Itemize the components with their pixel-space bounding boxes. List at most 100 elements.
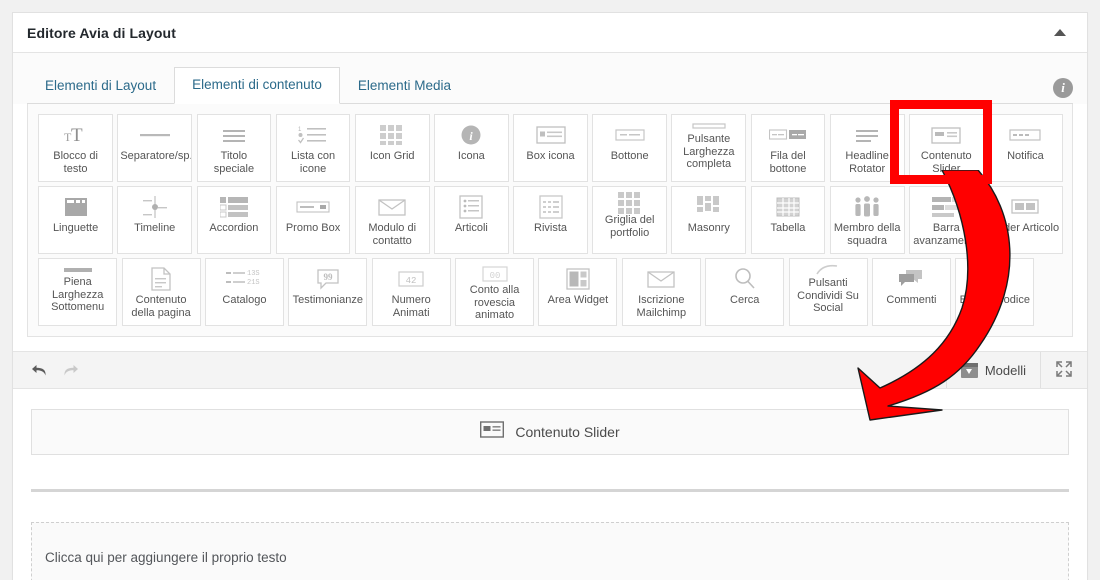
button-row-icon — [768, 120, 807, 150]
canvas-element-contenuto-slider[interactable]: Contenuto Slider — [31, 409, 1069, 455]
icon-box-icon — [535, 120, 566, 150]
element-label: Conto alla rovescia animato — [469, 284, 520, 322]
svg-text:T: T — [71, 125, 83, 146]
element-piena-larghezza-sottomenu[interactable]: Piena Larghezza Sottomenu — [38, 258, 118, 326]
element-commenti[interactable]: Commenti — [871, 258, 951, 326]
mail-icon — [378, 192, 406, 222]
toolbar-right-group: Modelli — [945, 352, 1087, 388]
svg-text:< >: < > — [987, 276, 1003, 286]
element-pulsanti-condividi-social[interactable]: Pulsanti Condividi Su Social — [788, 258, 868, 326]
button-icon — [615, 120, 645, 150]
element-label: Contenuto Slider — [920, 150, 972, 175]
element-grid: TT Blocco di testo Separatore/sp. Titolo… — [27, 104, 1073, 337]
info-icon[interactable]: i — [1053, 78, 1073, 98]
tab-media-elements[interactable]: Elementi Media — [340, 68, 469, 104]
element-titolo-speciale[interactable]: Titolo speciale — [196, 114, 272, 182]
fullscreen-button[interactable] — [1040, 352, 1087, 388]
mailchimp-icon — [647, 264, 675, 294]
element-label: Articoli — [454, 222, 488, 234]
element-label: Piena Larghezza Sottomenu — [51, 276, 105, 314]
element-label: Linguette — [52, 222, 99, 234]
element-cerca[interactable]: Cerca — [705, 258, 785, 326]
comments-icon — [898, 264, 924, 294]
element-label: Catalogo — [222, 294, 267, 306]
text-placeholder-box[interactable]: Clicca qui per aggiungere il proprio tes… — [31, 522, 1069, 580]
layout-canvas: Contenuto Slider Clicca qui per aggiunge… — [13, 389, 1087, 580]
element-modulo-di-contatto[interactable]: Modulo di contatto — [354, 186, 430, 254]
element-label: Box icona — [526, 150, 575, 162]
element-bottone[interactable]: Bottone — [592, 114, 668, 182]
element-area-widget[interactable]: Area Widget — [538, 258, 618, 326]
element-headline-rotator[interactable]: Headline Rotator — [829, 114, 905, 182]
svg-text:13S: 13S — [247, 270, 260, 278]
element-articoli[interactable]: Articoli — [433, 186, 509, 254]
element-label: Membro della squadra — [833, 222, 901, 247]
caret-up-icon[interactable] — [1047, 20, 1073, 46]
element-membro-della-squadra[interactable]: Membro della squadra — [829, 186, 905, 254]
special-heading-icon — [221, 120, 247, 150]
element-label: Testimonianze — [292, 294, 363, 306]
undo-arrow-icon[interactable] — [31, 363, 48, 378]
element-row: Piena Larghezza Sottomenu Contenuto dell… — [36, 256, 1065, 328]
element-conto-alla-rovescia[interactable]: 00 Conto alla rovescia animato — [455, 258, 535, 326]
element-barra-avanzamento[interactable]: Barra avanzamento — [908, 186, 984, 254]
element-numero-animati[interactable]: 42 Numero Animati — [371, 258, 451, 326]
animated-number-icon: 42 — [398, 264, 424, 294]
element-fila-del-bottone[interactable]: Fila del bottone — [750, 114, 826, 182]
element-lista-con-icone[interactable]: 1 Lista con icone — [275, 114, 351, 182]
element-label: Icona — [457, 150, 485, 162]
fullwidth-button-icon — [692, 119, 726, 133]
panel-header: Editore Avia di Layout — [13, 13, 1087, 53]
redo-arrow-icon[interactable] — [62, 363, 79, 378]
element-label: Masonry — [687, 222, 730, 234]
element-box-icona[interactable]: Box icona — [513, 114, 588, 182]
search-icon — [733, 264, 757, 294]
element-blocco-di-testo[interactable]: TT Blocco di testo — [38, 114, 113, 182]
caret-up-glyph — [1054, 29, 1066, 36]
element-rivista[interactable]: Rivista — [513, 186, 588, 254]
portfolio-grid-icon — [617, 192, 642, 214]
fullwidth-submenu-icon — [63, 263, 93, 276]
element-promo-box[interactable]: Promo Box — [275, 186, 351, 254]
element-label: Tabella — [770, 222, 806, 234]
element-slider-articolo[interactable]: Slider Articolo — [988, 186, 1063, 254]
element-separatore[interactable]: Separatore/sp. — [117, 114, 193, 182]
element-label: Contenuto della pagina — [131, 294, 191, 319]
page-title: Editore Avia di Layout — [27, 24, 176, 41]
element-notifica[interactable]: Notifica — [988, 114, 1063, 182]
fullscreen-expand-icon — [1055, 360, 1073, 381]
element-pulsante-larghezza-completa[interactable]: Pulsante Larghezza completa — [671, 114, 747, 182]
element-label: Commenti — [886, 294, 937, 306]
magazine-icon — [538, 192, 563, 222]
element-linguette[interactable]: Linguette — [38, 186, 113, 254]
tab-content-elements[interactable]: Elementi di contenuto — [174, 67, 340, 104]
element-label: Icon Grid — [369, 150, 415, 162]
element-label: Titolo speciale — [213, 150, 255, 175]
screen-root: Editore Avia di Layout Elementi di Layou… — [0, 0, 1100, 580]
element-accordion[interactable]: Accordion — [196, 186, 272, 254]
element-contenuto-slider[interactable]: Contenuto Slider — [908, 114, 984, 182]
element-masonry[interactable]: Masonry — [671, 186, 747, 254]
element-blocco-codice[interactable]: < > Blocco Codice — [955, 258, 1035, 326]
element-iscrizione-mailchimp[interactable]: Iscrizione Mailchimp — [621, 258, 701, 326]
element-label: Promo Box — [285, 222, 341, 234]
tab-layout-elements[interactable]: Elementi di Layout — [27, 68, 174, 104]
element-label: Bottone — [610, 150, 649, 162]
element-timeline[interactable]: Timeline — [117, 186, 193, 254]
element-contenuto-della-pagina[interactable]: Contenuto della pagina — [121, 258, 201, 326]
element-icon-grid[interactable]: Icon Grid — [354, 114, 430, 182]
countdown-icon: 00 — [481, 264, 508, 284]
element-griglia-del-portfolio[interactable]: Griglia del portfolio — [592, 186, 668, 254]
element-icona[interactable]: i Icona — [433, 114, 509, 182]
element-catalogo[interactable]: 13S 21S Catalogo — [204, 258, 284, 326]
templates-box-icon — [960, 362, 978, 378]
element-row: Linguette Timeline Accordion Promo Box M… — [36, 184, 1065, 256]
element-label: Accordion — [209, 222, 259, 234]
element-label: Blocco di testo — [53, 150, 98, 175]
element-testimonianze[interactable]: 99 Testimonianze — [288, 258, 368, 326]
tabs-container: Elementi di Layout Elementi di contenuto… — [13, 53, 1087, 104]
templates-button[interactable]: Modelli — [945, 352, 1040, 388]
post-slider-icon — [1011, 192, 1040, 222]
timeline-icon — [141, 192, 169, 222]
element-tabella[interactable]: Tabella — [750, 186, 826, 254]
